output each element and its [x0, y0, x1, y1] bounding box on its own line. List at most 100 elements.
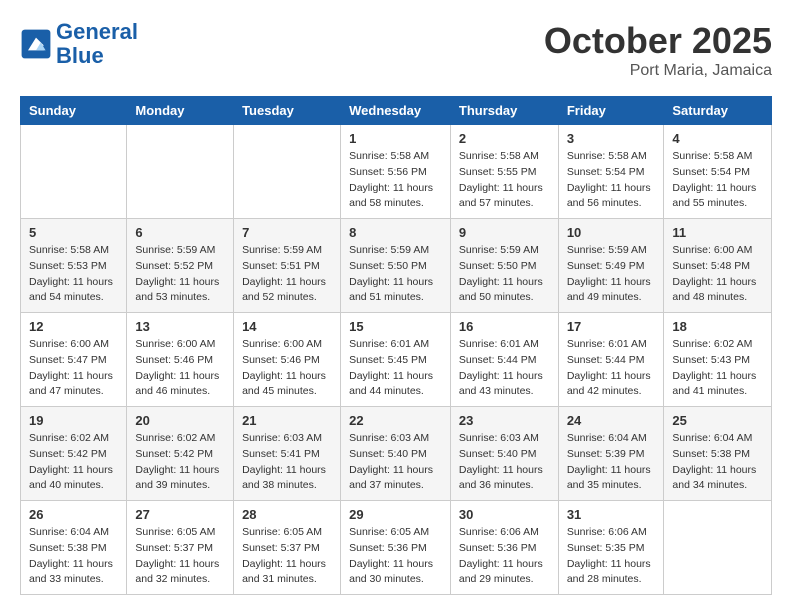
day-info: Sunrise: 6:03 AM Sunset: 5:41 PM Dayligh… [242, 431, 332, 494]
calendar-cell: 12 Sunrise: 6:00 AM Sunset: 5:47 PM Dayli… [21, 313, 127, 407]
calendar-cell: 19 Sunrise: 6:02 AM Sunset: 5:42 PM Dayli… [21, 407, 127, 501]
day-info: Sunrise: 6:01 AM Sunset: 5:45 PM Dayligh… [349, 337, 442, 400]
day-info: Sunrise: 5:58 AM Sunset: 5:54 PM Dayligh… [567, 149, 656, 212]
day-of-week-header: Tuesday [234, 97, 341, 125]
calendar-cell: 5Sunrise: 5:58 AM Sunset: 5:53 PM Daylig… [21, 219, 127, 313]
calendar-cell: 16 Sunrise: 6:01 AM Sunset: 5:44 PM Dayli… [450, 313, 558, 407]
day-info: Sunrise: 5:59 AM Sunset: 5:52 PM Dayligh… [135, 243, 225, 306]
calendar-cell: 8Sunrise: 5:59 AM Sunset: 5:50 PM Daylig… [341, 219, 451, 313]
day-of-week-header: Wednesday [341, 97, 451, 125]
calendar-cell [234, 125, 341, 219]
day-number: 28 [242, 507, 332, 522]
day-number: 8 [349, 225, 442, 240]
calendar-cell: 15 Sunrise: 6:01 AM Sunset: 5:45 PM Dayli… [341, 313, 451, 407]
calendar-cell: 11Sunrise: 6:00 AM Sunset: 5:48 PM Dayli… [664, 219, 772, 313]
day-number: 24 [567, 413, 656, 428]
calendar-cell: 21 Sunrise: 6:03 AM Sunset: 5:41 PM Dayli… [234, 407, 341, 501]
day-info: Sunrise: 5:59 AM Sunset: 5:50 PM Dayligh… [459, 243, 550, 306]
calendar-cell [127, 125, 234, 219]
day-of-week-header: Friday [558, 97, 664, 125]
day-info: Sunrise: 5:58 AM Sunset: 5:54 PM Dayligh… [672, 149, 763, 212]
day-of-week-header: Sunday [21, 97, 127, 125]
day-number: 31 [567, 507, 656, 522]
day-number: 12 [29, 319, 118, 334]
day-info: Sunrise: 6:05 AM Sunset: 5:37 PM Dayligh… [242, 525, 332, 588]
day-of-week-header: Thursday [450, 97, 558, 125]
calendar-week-row: 19 Sunrise: 6:02 AM Sunset: 5:42 PM Dayli… [21, 407, 772, 501]
day-number: 14 [242, 319, 332, 334]
day-info: Sunrise: 6:04 AM Sunset: 5:39 PM Dayligh… [567, 431, 656, 494]
calendar-cell: 22 Sunrise: 6:03 AM Sunset: 5:40 PM Dayli… [341, 407, 451, 501]
calendar-cell: 9 Sunrise: 5:59 AM Sunset: 5:50 PM Daylig… [450, 219, 558, 313]
day-number: 30 [459, 507, 550, 522]
day-info: Sunrise: 5:59 AM Sunset: 5:49 PM Dayligh… [567, 243, 656, 306]
calendar-cell: 29 Sunrise: 6:05 AM Sunset: 5:36 PM Dayli… [341, 501, 451, 595]
calendar-week-row: 12 Sunrise: 6:00 AM Sunset: 5:47 PM Dayli… [21, 313, 772, 407]
day-info: Sunrise: 6:06 AM Sunset: 5:36 PM Dayligh… [459, 525, 550, 588]
calendar-cell: 20 Sunrise: 6:02 AM Sunset: 5:42 PM Dayli… [127, 407, 234, 501]
day-info: Sunrise: 6:01 AM Sunset: 5:44 PM Dayligh… [567, 337, 656, 400]
day-info: Sunrise: 6:04 AM Sunset: 5:38 PM Dayligh… [672, 431, 763, 494]
calendar-header-row: SundayMondayTuesdayWednesdayThursdayFrid… [21, 97, 772, 125]
day-number: 20 [135, 413, 225, 428]
calendar-cell: 4Sunrise: 5:58 AM Sunset: 5:54 PM Daylig… [664, 125, 772, 219]
day-info: Sunrise: 6:05 AM Sunset: 5:36 PM Dayligh… [349, 525, 442, 588]
location-subtitle: Port Maria, Jamaica [544, 62, 772, 80]
day-number: 25 [672, 413, 763, 428]
calendar-week-row: 5Sunrise: 5:58 AM Sunset: 5:53 PM Daylig… [21, 219, 772, 313]
calendar-cell: 1Sunrise: 5:58 AM Sunset: 5:56 PM Daylig… [341, 125, 451, 219]
calendar-table: SundayMondayTuesdayWednesdayThursdayFrid… [20, 96, 772, 595]
day-number: 18 [672, 319, 763, 334]
day-info: Sunrise: 6:02 AM Sunset: 5:42 PM Dayligh… [29, 431, 118, 494]
calendar-cell: 25 Sunrise: 6:04 AM Sunset: 5:38 PM Dayli… [664, 407, 772, 501]
calendar-cell: 24 Sunrise: 6:04 AM Sunset: 5:39 PM Dayli… [558, 407, 664, 501]
day-number: 10 [567, 225, 656, 240]
calendar-cell: 27 Sunrise: 6:05 AM Sunset: 5:37 PM Dayli… [127, 501, 234, 595]
day-info: Sunrise: 6:04 AM Sunset: 5:38 PM Dayligh… [29, 525, 118, 588]
day-of-week-header: Saturday [664, 97, 772, 125]
calendar-cell: 17Sunrise: 6:01 AM Sunset: 5:44 PM Dayli… [558, 313, 664, 407]
day-of-week-header: Monday [127, 97, 234, 125]
calendar-week-row: 26 Sunrise: 6:04 AM Sunset: 5:38 PM Dayli… [21, 501, 772, 595]
logo: General Blue [20, 20, 138, 68]
calendar-cell: 3 Sunrise: 5:58 AM Sunset: 5:54 PM Daylig… [558, 125, 664, 219]
day-info: Sunrise: 6:03 AM Sunset: 5:40 PM Dayligh… [349, 431, 442, 494]
day-info: Sunrise: 6:05 AM Sunset: 5:37 PM Dayligh… [135, 525, 225, 588]
calendar-cell: 13 Sunrise: 6:00 AM Sunset: 5:46 PM Dayli… [127, 313, 234, 407]
day-number: 22 [349, 413, 442, 428]
day-number: 1 [349, 131, 442, 146]
day-info: Sunrise: 5:58 AM Sunset: 5:55 PM Dayligh… [459, 149, 550, 212]
day-info: Sunrise: 6:00 AM Sunset: 5:46 PM Dayligh… [242, 337, 332, 400]
calendar-week-row: 1Sunrise: 5:58 AM Sunset: 5:56 PM Daylig… [21, 125, 772, 219]
day-number: 19 [29, 413, 118, 428]
day-info: Sunrise: 6:00 AM Sunset: 5:46 PM Dayligh… [135, 337, 225, 400]
day-number: 16 [459, 319, 550, 334]
day-number: 9 [459, 225, 550, 240]
day-info: Sunrise: 6:02 AM Sunset: 5:42 PM Dayligh… [135, 431, 225, 494]
calendar-cell: 6 Sunrise: 5:59 AM Sunset: 5:52 PM Daylig… [127, 219, 234, 313]
calendar-cell: 14 Sunrise: 6:00 AM Sunset: 5:46 PM Dayli… [234, 313, 341, 407]
day-number: 26 [29, 507, 118, 522]
day-number: 6 [135, 225, 225, 240]
day-number: 5 [29, 225, 118, 240]
day-number: 21 [242, 413, 332, 428]
day-number: 13 [135, 319, 225, 334]
calendar-cell: 18Sunrise: 6:02 AM Sunset: 5:43 PM Dayli… [664, 313, 772, 407]
day-number: 3 [567, 131, 656, 146]
day-number: 23 [459, 413, 550, 428]
logo-text: General Blue [56, 20, 138, 68]
day-number: 15 [349, 319, 442, 334]
day-number: 27 [135, 507, 225, 522]
day-info: Sunrise: 6:01 AM Sunset: 5:44 PM Dayligh… [459, 337, 550, 400]
calendar-cell: 10 Sunrise: 5:59 AM Sunset: 5:49 PM Dayli… [558, 219, 664, 313]
calendar-cell: 26 Sunrise: 6:04 AM Sunset: 5:38 PM Dayli… [21, 501, 127, 595]
day-number: 11 [672, 225, 763, 240]
day-info: Sunrise: 5:59 AM Sunset: 5:51 PM Dayligh… [242, 243, 332, 306]
calendar-cell: 28 Sunrise: 6:05 AM Sunset: 5:37 PM Dayli… [234, 501, 341, 595]
calendar-cell [664, 501, 772, 595]
logo-icon [20, 28, 52, 60]
day-number: 29 [349, 507, 442, 522]
day-info: Sunrise: 6:00 AM Sunset: 5:47 PM Dayligh… [29, 337, 118, 400]
day-number: 2 [459, 131, 550, 146]
calendar-cell [21, 125, 127, 219]
